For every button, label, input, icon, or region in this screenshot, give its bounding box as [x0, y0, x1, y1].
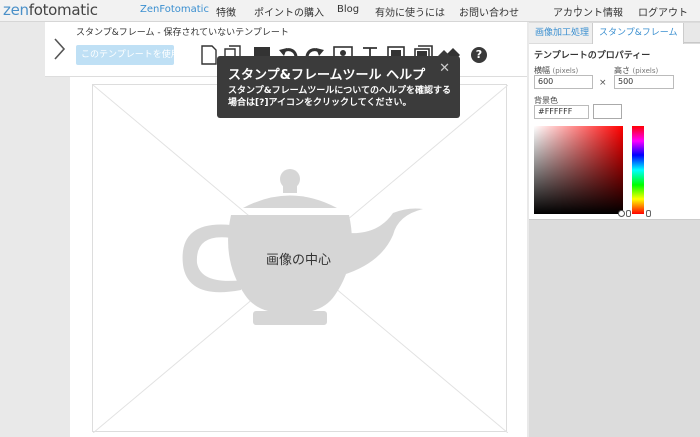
left-margin: [0, 22, 45, 437]
use-template-button[interactable]: このテンプレートを使用: [76, 45, 174, 65]
times-sign: ×: [599, 78, 607, 88]
logo[interactable]: zenfotomatic: [3, 1, 98, 19]
height-unit: (pixels): [632, 67, 659, 75]
new-page-icon[interactable]: [199, 44, 219, 66]
width-label-text: 横幅: [534, 66, 550, 75]
height-label-text: 高さ: [614, 66, 630, 75]
top-nav: zenfotomatic ZenFotomatic 特徴 ポイントの購入 Blo…: [0, 0, 700, 22]
image-center-label: 画像の中心: [266, 253, 332, 268]
chevron-right-icon: [54, 38, 66, 60]
tooltip-title: スタンプ&フレームツール ヘルプ: [228, 68, 426, 83]
properties-title: テンプレートのプロパティー: [534, 51, 651, 61]
hue-slider[interactable]: [632, 126, 644, 214]
nav-contact[interactable]: お問い合わせ: [459, 4, 519, 19]
tab-image-processing[interactable]: 画像加工処理: [529, 23, 596, 43]
width-input[interactable]: 600: [534, 75, 593, 89]
hue-slider-handle-right[interactable]: [646, 210, 651, 217]
logo-fotomatic: fotomatic: [28, 1, 98, 19]
tooltip-body: スタンプ&フレームツールについてのヘルプを確認する場合は[?]アイコンをクリック…: [228, 86, 452, 108]
bg-color-swatch[interactable]: [593, 104, 622, 119]
nav-logout[interactable]: ログアウト: [638, 4, 688, 19]
nav-features[interactable]: 特徴: [216, 4, 236, 19]
height-input[interactable]: 500: [614, 75, 674, 89]
help-tooltip: スタンプ&フレームツール ヘルプ ✕ スタンプ&フレームツールについてのヘルプを…: [217, 50, 460, 118]
bg-color-input[interactable]: #FFFFFF: [534, 105, 589, 119]
nav-buy-points[interactable]: ポイントの購入: [254, 4, 324, 19]
collapse-panel-button[interactable]: [49, 36, 69, 62]
tab-stamp-frame[interactable]: スタンプ&フレーム: [592, 23, 685, 44]
nav-account[interactable]: アカウント情報: [553, 4, 623, 19]
logo-zen: zen: [3, 1, 29, 19]
panel-tabs: 画像加工処理 スタンプ&フレーム: [529, 23, 700, 44]
picker-cursor[interactable]: [618, 210, 625, 217]
width-unit: (pixels): [552, 67, 579, 75]
tooltip-arrow: [438, 50, 450, 56]
hue-slider-handle-left[interactable]: [626, 210, 631, 217]
nav-blog[interactable]: Blog: [337, 4, 359, 15]
template-title: スタンプ&フレーム - 保存されていないテンプレート: [76, 28, 289, 38]
teapot-icon: [182, 169, 423, 325]
help-icon[interactable]: ?: [471, 47, 487, 63]
close-icon[interactable]: ✕: [439, 61, 450, 76]
color-picker-field[interactable]: [534, 126, 623, 214]
nav-how-to-use[interactable]: 有効に使うには: [375, 4, 445, 19]
nav-zenfotomatic[interactable]: ZenFotomatic: [140, 4, 209, 15]
